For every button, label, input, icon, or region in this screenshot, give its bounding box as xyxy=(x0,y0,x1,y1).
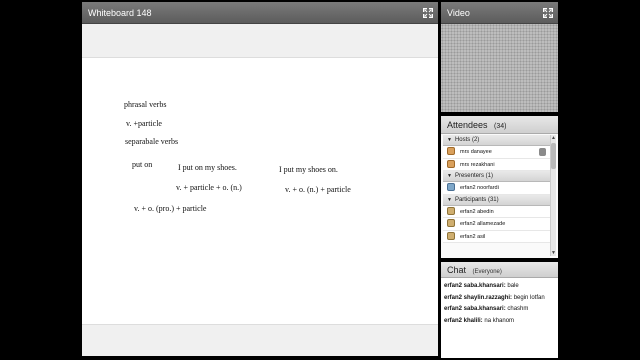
chat-sender: erfan2 saba.khansari: xyxy=(444,283,506,289)
attendee-row[interactable]: erfan2 allamezade xyxy=(443,218,551,231)
attendee-name: mrs rezakhani xyxy=(460,161,495,168)
video-title: Video xyxy=(447,8,470,18)
chat-text: na khanom xyxy=(484,317,515,324)
participant-user-icon xyxy=(447,231,455,240)
chat-sender: erfan2 khalili: xyxy=(444,317,483,324)
attendee-row[interactable]: erfan2 noorfardi xyxy=(443,182,551,195)
participant-user-icon xyxy=(447,206,455,215)
whiteboard-title: Whiteboard 148 xyxy=(88,8,152,18)
chat-text: chashm xyxy=(507,306,529,312)
attendees-header: Attendees (34) xyxy=(441,116,558,134)
attendee-name: mrs danayee xyxy=(460,149,492,155)
attendees-count: (34) xyxy=(494,123,507,130)
chat-title: Chat xyxy=(447,265,467,275)
presenter-user-icon xyxy=(447,183,455,191)
chat-sender: erfan2 shaylin.razzaghi: xyxy=(444,294,513,301)
chat-sender: erfan2 saba.khansari: xyxy=(444,306,506,312)
attendees-list: ▼ Hosts (2) mrs danayee mrs rezakhani ▼ Pr… xyxy=(443,135,553,243)
group-hosts[interactable]: ▼ Hosts (2) xyxy=(443,135,551,146)
fullscreen-icon[interactable] xyxy=(423,8,433,18)
wb-text-example-2: I put my shoes on. xyxy=(279,165,338,174)
attendee-name: erfan2 noorfardi xyxy=(460,185,499,191)
whiteboard-footer xyxy=(82,324,438,356)
attendee-row[interactable]: erfan2 asil xyxy=(443,230,551,243)
attendees-title: Attendees xyxy=(447,120,488,130)
attendee-name: erfan2 abedin xyxy=(460,208,494,215)
attendees-scrollbar[interactable]: ▲ ▼ xyxy=(550,135,556,256)
chat-messages: erfan2 saba.khansari: bale erfan2 shayli… xyxy=(441,278,558,332)
group-hosts-label: Hosts (2) xyxy=(454,137,480,143)
group-presenters[interactable]: ▼ Presenters (1) xyxy=(443,171,551,182)
whiteboard-toolbar xyxy=(82,24,438,58)
participant-user-icon xyxy=(447,219,455,227)
video-area xyxy=(441,24,558,112)
wb-text-v-particle: v. +particle xyxy=(126,119,162,128)
group-presenters-label: Presenters (1) xyxy=(454,173,493,179)
microphone-icon xyxy=(539,148,546,156)
chat-message: erfan2 saba.khansari: bale xyxy=(444,282,554,291)
host-user-icon xyxy=(447,147,455,155)
scroll-up-icon[interactable]: ▲ xyxy=(551,135,556,141)
group-participants-label: Participants (31) xyxy=(454,196,499,203)
host-user-icon xyxy=(447,159,455,168)
wb-text-rule-2: v. + o. (n.) + particle xyxy=(285,185,351,194)
scroll-thumb[interactable] xyxy=(551,143,556,169)
chat-header: Chat (Everyone) xyxy=(441,262,558,278)
chat-message: erfan2 shaylin.razzaghi: begin lotfan xyxy=(444,294,554,303)
attendee-name: erfan2 allamezade xyxy=(460,221,506,227)
attendees-pod: Attendees (34) ▼ Hosts (2) mrs danayee mr… xyxy=(441,116,558,258)
video-pod: Video xyxy=(441,2,558,112)
wb-text-rule-1: v. + particle + o. (n.) xyxy=(176,183,242,192)
whiteboard-canvas[interactable]: phrasal verbs v. +particle separabale ve… xyxy=(82,58,438,324)
chat-text: begin lotfan xyxy=(513,294,545,301)
scroll-down-icon[interactable]: ▼ xyxy=(551,250,556,256)
collapse-icon: ▼ xyxy=(447,196,452,203)
group-participants[interactable]: ▼ Participants (31) xyxy=(443,194,551,206)
wb-text-separable-verbs: separabale verbs xyxy=(125,137,179,146)
attendee-row[interactable]: mrs rezakhani xyxy=(443,158,551,171)
wb-text-rule-pronoun: v. + o. (pro.) + particle xyxy=(134,204,207,213)
fullscreen-icon[interactable] xyxy=(543,8,553,18)
wb-text-example-1: I put on my shoes. xyxy=(178,163,237,172)
chat-message: erfan2 khalili: na khanom xyxy=(444,317,554,326)
attendee-row[interactable]: erfan2 abedin xyxy=(443,205,551,218)
whiteboard-pod: Whiteboard 148 phrasal verbs v. +particl… xyxy=(82,2,438,356)
attendee-row[interactable]: mrs danayee xyxy=(443,146,551,159)
chat-pod: Chat (Everyone) erfan2 saba.khansari: ba… xyxy=(441,262,558,358)
video-header: Video xyxy=(441,2,558,24)
whiteboard-header: Whiteboard 148 xyxy=(82,2,438,24)
wb-text-put-on: put on xyxy=(132,160,153,169)
chat-scope[interactable]: (Everyone) xyxy=(473,269,502,275)
chat-text: bale xyxy=(507,283,519,289)
chat-message: erfan2 saba.khansari: chashm xyxy=(444,305,554,314)
wb-text-phrasal-verbs: phrasal verbs xyxy=(124,100,167,109)
collapse-icon: ▼ xyxy=(447,137,452,143)
collapse-icon: ▼ xyxy=(447,173,452,179)
attendee-name: erfan2 asil xyxy=(460,233,486,240)
